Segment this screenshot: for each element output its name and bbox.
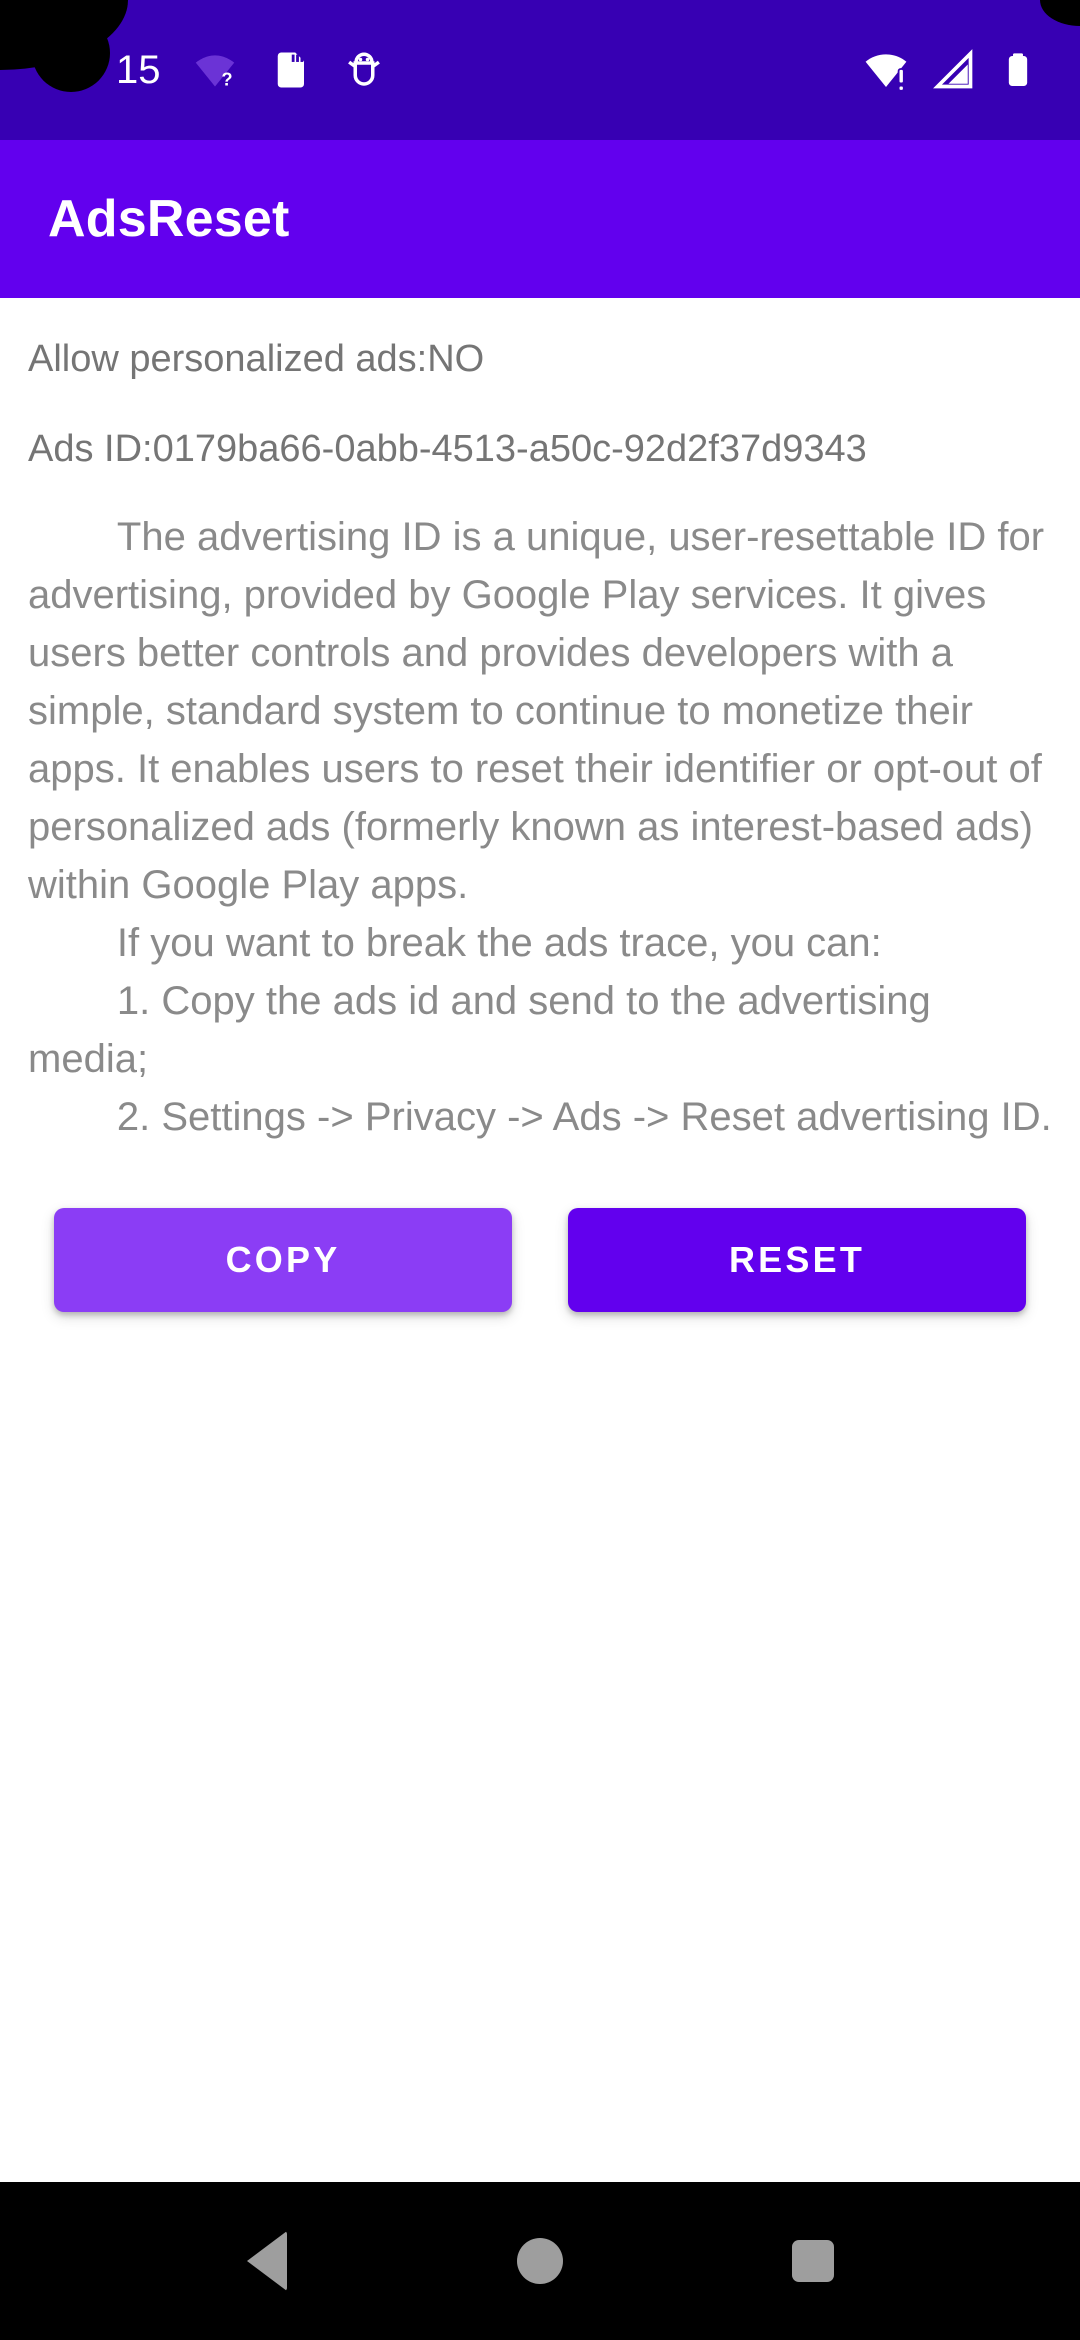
recents-square-icon bbox=[792, 2240, 835, 2282]
recents-button[interactable] bbox=[753, 2201, 873, 2321]
reset-button[interactable]: RESET bbox=[568, 1208, 1026, 1312]
action-button-row: COPY RESET bbox=[28, 1208, 1052, 1312]
back-triangle-icon bbox=[246, 2231, 287, 2291]
status-bar: 15 ? bbox=[0, 0, 1080, 140]
app-title: AdsReset bbox=[48, 190, 290, 248]
description-text: The advertising ID is a unique, user-res… bbox=[28, 515, 1052, 1139]
personalized-ads-status: Allow personalized ads:NO bbox=[28, 338, 485, 380]
status-clock: 15 bbox=[116, 48, 161, 92]
android-debug-icon bbox=[343, 49, 385, 91]
ads-id-value[interactable]: Ads ID:0179ba66-0abb-4513-a50c-92d2f37d9… bbox=[28, 378, 1052, 468]
home-button[interactable] bbox=[480, 2201, 600, 2321]
cellular-signal-icon bbox=[932, 48, 976, 92]
status-bar-right-group bbox=[862, 46, 1038, 94]
wifi-no-internet-icon: ? bbox=[193, 48, 237, 92]
sd-card-icon bbox=[269, 49, 311, 91]
screen-corner-cutout-right bbox=[1040, 0, 1080, 26]
phone-screen: 15 ? AdsReset Allow personalized ads:NO … bbox=[0, 0, 1080, 2340]
main-content: Allow personalized ads:NO Ads ID:0179ba6… bbox=[0, 298, 1080, 2182]
copy-button[interactable]: COPY bbox=[54, 1208, 512, 1312]
front-camera-cutout bbox=[32, 14, 110, 92]
back-button[interactable] bbox=[207, 2201, 327, 2321]
battery-full-icon bbox=[998, 50, 1038, 90]
svg-text:?: ? bbox=[221, 69, 232, 90]
app-bar: AdsReset bbox=[0, 140, 1080, 298]
home-circle-icon bbox=[516, 2238, 563, 2284]
wifi-alert-icon bbox=[862, 46, 910, 94]
navigation-bar bbox=[0, 2182, 1080, 2340]
